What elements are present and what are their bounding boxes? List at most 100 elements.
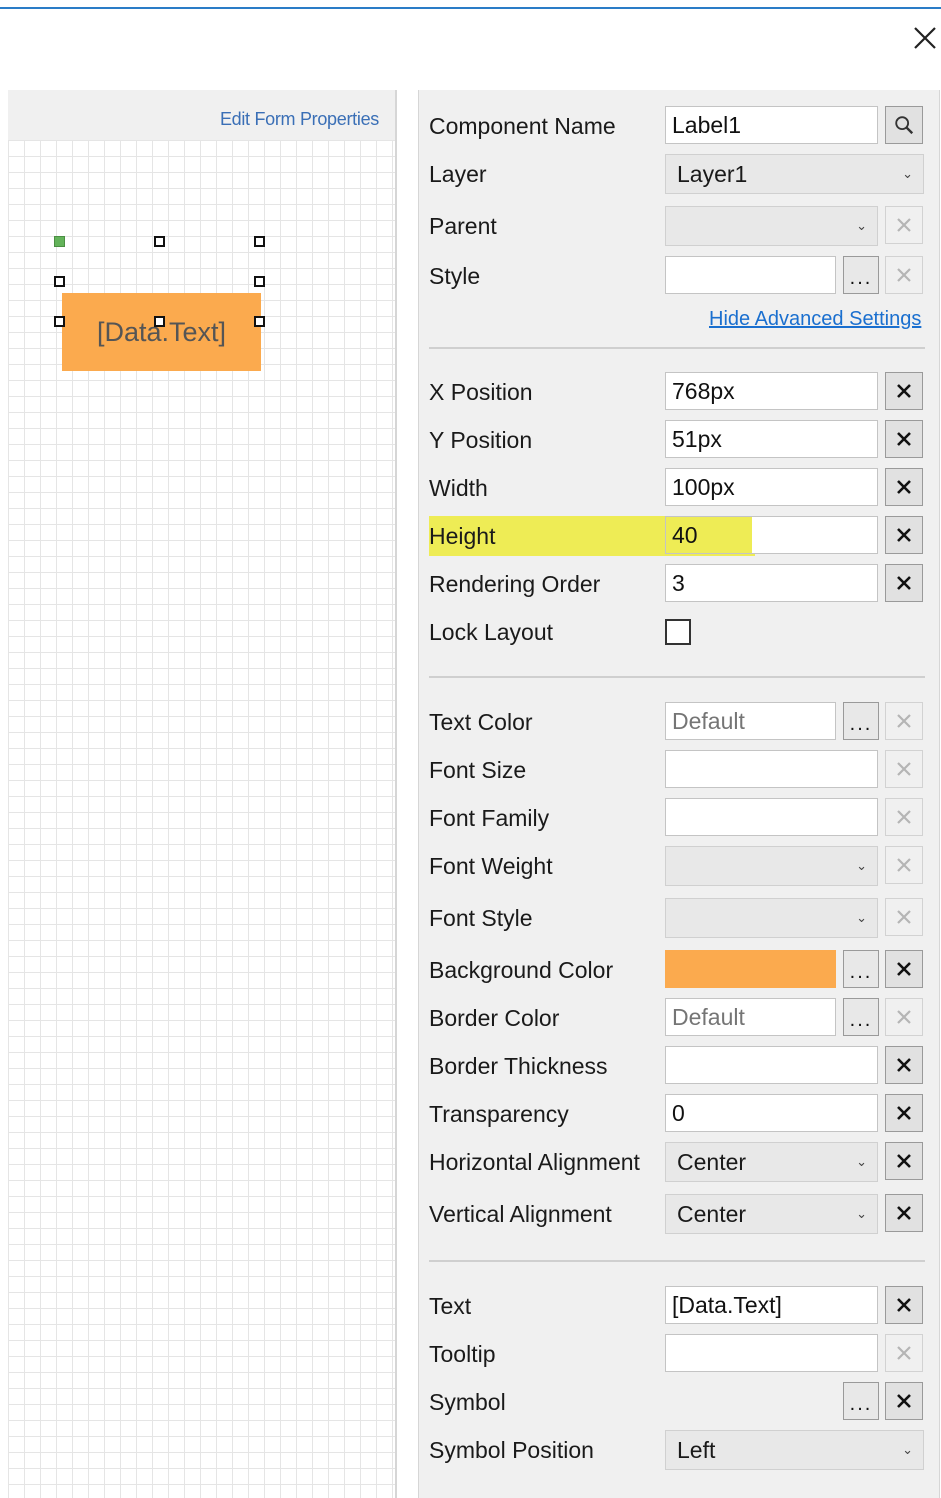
font-size-input[interactable] <box>665 750 878 788</box>
font-family-input[interactable] <box>665 798 878 836</box>
resize-handle-bottom-center[interactable] <box>154 316 165 327</box>
clear-rendering-order-button[interactable] <box>885 564 923 602</box>
text-input[interactable] <box>665 1286 878 1324</box>
hide-advanced-settings-link[interactable]: Hide Advanced Settings <box>709 308 921 331</box>
border-color-input[interactable] <box>665 998 836 1036</box>
resize-handle-bottom-left[interactable] <box>54 316 65 327</box>
height-input[interactable] <box>665 516 878 554</box>
clear-vertical-alignment-button[interactable] <box>885 1194 923 1232</box>
resize-handle-top-right[interactable] <box>254 236 265 247</box>
prop-row-horizontal-alignment: Horizontal Alignment Center ⌄ <box>419 1142 939 1182</box>
font-style-label: Font Style <box>429 905 533 931</box>
clear-border-thickness-button[interactable] <box>885 1046 923 1084</box>
layer-label: Layer <box>429 161 487 187</box>
x-position-input[interactable] <box>665 372 878 410</box>
resize-handle-top-left[interactable] <box>54 236 65 247</box>
border-thickness-input[interactable] <box>665 1046 878 1084</box>
border-color-picker-button[interactable]: ... <box>843 998 879 1036</box>
text-label: Text <box>429 1293 472 1319</box>
background-color-swatch[interactable] <box>665 950 836 988</box>
width-input[interactable] <box>665 468 878 506</box>
prop-row-rendering-order: Rendering Order <box>419 564 939 604</box>
clear-symbol-button[interactable] <box>885 1382 923 1420</box>
clear-parent-button[interactable] <box>885 206 923 244</box>
prop-row-text-color: Text Color ... <box>419 702 939 742</box>
clear-tooltip-button[interactable] <box>885 1334 923 1372</box>
tooltip-input[interactable] <box>665 1334 878 1372</box>
clear-icon <box>897 1154 911 1168</box>
clear-font-weight-button[interactable] <box>885 846 923 884</box>
prop-row-background-color: Background Color ... <box>419 950 939 990</box>
clear-height-button[interactable] <box>885 516 923 554</box>
clear-icon <box>897 528 911 542</box>
edit-form-properties-link[interactable]: Edit Form Properties <box>220 109 379 130</box>
prop-row-x-position: X Position <box>419 372 939 412</box>
vertical-alignment-select[interactable]: Center ⌄ <box>665 1194 878 1234</box>
component-search-button[interactable] <box>885 106 923 144</box>
clear-horizontal-alignment-button[interactable] <box>885 1142 923 1180</box>
lock-layout-label: Lock Layout <box>429 619 554 645</box>
prop-row-border-thickness: Border Thickness <box>419 1046 939 1086</box>
clear-icon <box>897 268 911 282</box>
clear-icon <box>897 810 911 824</box>
design-grid[interactable]: [Data.Text] <box>8 140 395 1498</box>
prop-row-component-name: Component Name <box>419 106 939 146</box>
background-color-picker-button[interactable]: ... <box>843 950 879 988</box>
search-icon <box>895 116 914 135</box>
resize-handle-bottom-right[interactable] <box>254 316 265 327</box>
prop-row-font-size: Font Size <box>419 750 939 790</box>
chevron-down-icon: ⌄ <box>856 1154 867 1169</box>
clear-style-button[interactable] <box>885 256 923 294</box>
clear-text-button[interactable] <box>885 1286 923 1324</box>
style-label: Style <box>429 263 481 289</box>
clear-icon <box>897 714 911 728</box>
component-name-input[interactable] <box>665 106 878 144</box>
layer-select[interactable]: Layer1 ⌄ <box>665 154 924 194</box>
prop-row-lock-layout: Lock Layout <box>419 612 939 652</box>
layer-selected-value: Layer1 <box>677 161 748 187</box>
clear-icon <box>897 910 911 924</box>
prop-row-font-style: Font Style ⌄ <box>419 898 939 938</box>
text-color-input[interactable] <box>665 702 836 740</box>
font-style-select[interactable]: ⌄ <box>665 898 878 938</box>
rendering-order-label: Rendering Order <box>429 571 601 597</box>
text-color-picker-button[interactable]: ... <box>843 702 879 740</box>
style-input[interactable] <box>665 256 836 294</box>
clear-y-position-button[interactable] <box>885 420 923 458</box>
clear-icon <box>897 1010 911 1024</box>
symbol-position-label: Symbol Position <box>429 1437 594 1463</box>
section-divider <box>429 347 925 349</box>
horizontal-alignment-select[interactable]: Center ⌄ <box>665 1142 878 1182</box>
lock-layout-checkbox[interactable] <box>665 619 691 645</box>
designer-canvas-panel: Edit Form Properties [Data.Text] <box>8 90 397 1498</box>
rendering-order-input[interactable] <box>665 564 878 602</box>
clear-font-size-button[interactable] <box>885 750 923 788</box>
text-color-label: Text Color <box>429 709 533 735</box>
y-position-input[interactable] <box>665 420 878 458</box>
clear-x-position-button[interactable] <box>885 372 923 410</box>
symbol-position-select[interactable]: Left ⌄ <box>665 1430 924 1470</box>
clear-text-color-button[interactable] <box>885 702 923 740</box>
clear-width-button[interactable] <box>885 468 923 506</box>
designer-toolbar: Edit Form Properties <box>8 90 395 141</box>
style-browse-button[interactable]: ... <box>843 256 879 294</box>
clear-border-color-button[interactable] <box>885 998 923 1036</box>
chevron-down-icon: ⌄ <box>856 1206 867 1221</box>
clear-font-family-button[interactable] <box>885 798 923 836</box>
clear-transparency-button[interactable] <box>885 1094 923 1132</box>
prop-row-font-family: Font Family <box>419 798 939 838</box>
clear-background-color-button[interactable] <box>885 950 923 988</box>
clear-font-style-button[interactable] <box>885 898 923 936</box>
parent-select[interactable]: ⌄ <box>665 206 878 246</box>
selected-label-component[interactable]: [Data.Text] <box>62 293 261 371</box>
resize-handle-middle-left[interactable] <box>54 276 65 287</box>
close-icon[interactable] <box>911 24 939 52</box>
chevron-down-icon: ⌄ <box>902 1442 913 1457</box>
resize-handle-middle-right[interactable] <box>254 276 265 287</box>
font-weight-select[interactable]: ⌄ <box>665 846 878 886</box>
resize-handle-top-center[interactable] <box>154 236 165 247</box>
prop-row-tooltip: Tooltip <box>419 1334 939 1374</box>
prop-row-border-color: Border Color ... <box>419 998 939 1038</box>
symbol-browse-button[interactable]: ... <box>843 1382 879 1420</box>
transparency-input[interactable] <box>665 1094 878 1132</box>
